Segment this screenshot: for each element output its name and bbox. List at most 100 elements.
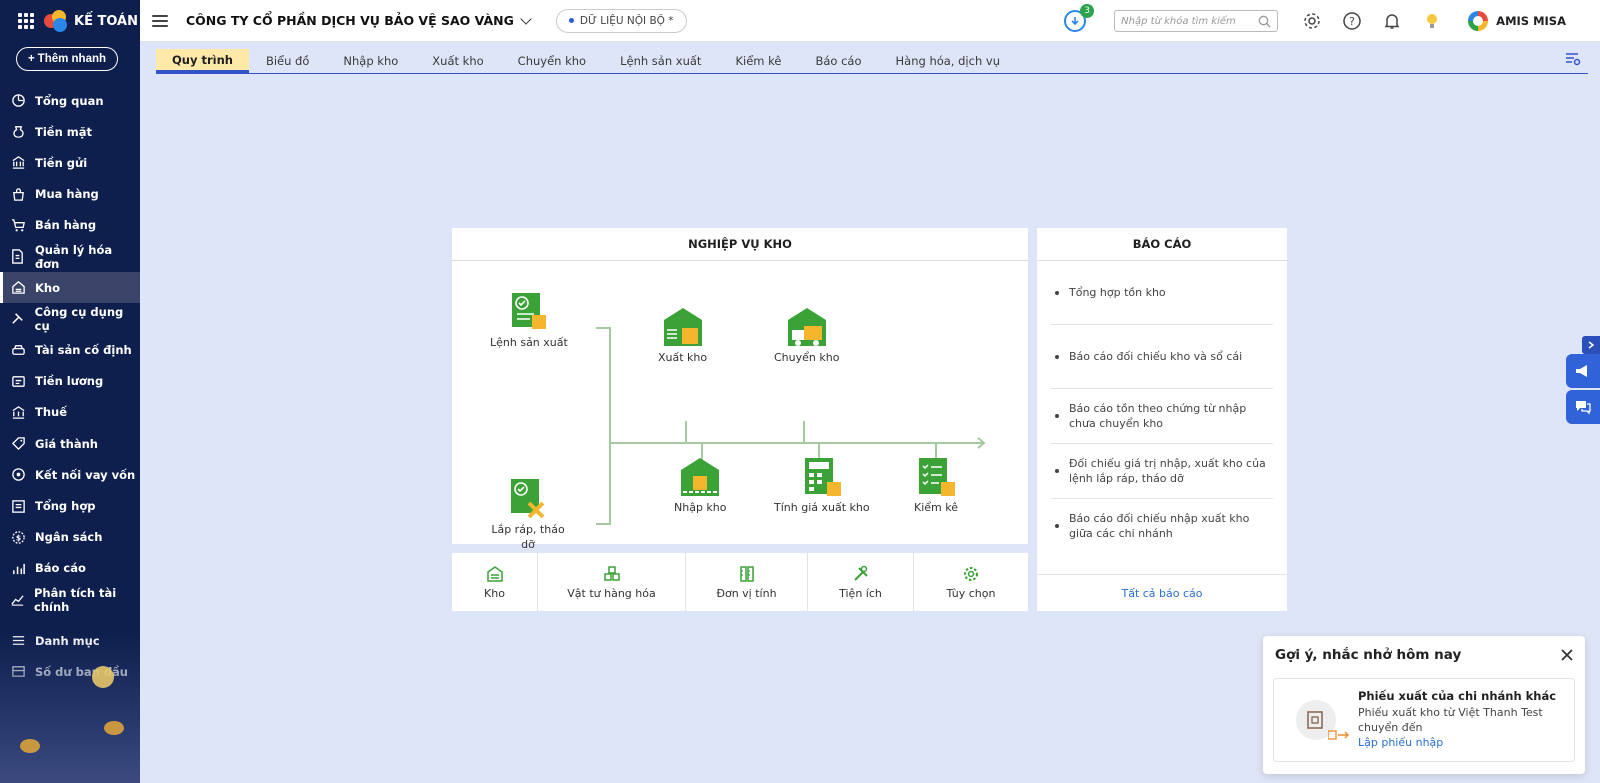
- node-production-order-label: Lệnh sản xuất: [490, 336, 568, 349]
- company-selector[interactable]: CÔNG TY CỔ PHẦN DỊCH VỤ BẢO VỆ SAO VÀNG: [186, 12, 532, 28]
- sidebar-decoration: [0, 633, 140, 783]
- dashboard-icon: [10, 93, 26, 109]
- settings-gear-icon[interactable]: [1300, 9, 1324, 33]
- report-item[interactable]: Tổng hợp tồn kho: [1051, 261, 1273, 325]
- analysis-icon: [10, 592, 25, 608]
- node-inventory-check[interactable]: Kiểm kê: [906, 456, 966, 514]
- tab-7[interactable]: Báo cáo: [798, 49, 878, 73]
- plus-icon: +: [27, 53, 35, 65]
- export-slip-icon: [1296, 700, 1349, 740]
- assembly-icon: [511, 479, 545, 519]
- search-input[interactable]: Nhập từ khóa tìm kiếm: [1114, 10, 1279, 32]
- cart-icon: [10, 217, 26, 233]
- tab-3[interactable]: Xuất kho: [415, 49, 500, 73]
- quick-link-materials[interactable]: Vật tư hàng hóa: [538, 553, 686, 611]
- quick-link-label: Tùy chọn: [946, 586, 996, 600]
- sidebar-item-shopping-bag[interactable]: Mua hàng: [0, 179, 140, 210]
- bank-icon: [10, 155, 26, 171]
- reminder-popup: Gợi ý, nhắc nhở hôm nay Phiếu xuất của c…: [1263, 636, 1585, 774]
- report-item[interactable]: Báo cáo đối chiếu nhập xuất kho giữa các…: [1051, 499, 1273, 553]
- quick-link-warehouse[interactable]: Kho: [452, 553, 538, 611]
- misa-logo-icon: [44, 10, 70, 32]
- create-receipt-link[interactable]: Lập phiếu nhập: [1358, 735, 1556, 751]
- reports-list: Tổng hợp tồn kho Báo cáo đối chiếu kho v…: [1037, 261, 1287, 553]
- sidebar-item-warehouse[interactable]: Kho: [0, 272, 140, 304]
- node-import[interactable]: Nhập kho: [674, 456, 727, 514]
- sidebar-item-money-bag[interactable]: Tiền mặt: [0, 116, 140, 147]
- node-inventory-check-label: Kiểm kê: [914, 501, 958, 514]
- sidebar-item-label: Quản lý hóa đơn: [34, 242, 113, 271]
- bullet-icon: [1055, 524, 1059, 528]
- tools-icon: [10, 311, 26, 327]
- close-icon[interactable]: [1561, 649, 1573, 661]
- sidebar: KẾ TOÁN + Thêm nhanh Tổng quan Tiền mặt Ti…: [0, 0, 140, 783]
- loan-icon: [10, 467, 26, 483]
- node-assembly[interactable]: Lắp ráp, tháo dỡ: [490, 477, 566, 552]
- quick-link-utilities[interactable]: Tiện ích: [808, 553, 914, 611]
- tab-0[interactable]: Quy trình: [156, 49, 249, 73]
- notification-bell-icon[interactable]: [1380, 9, 1404, 33]
- tab-settings-icon[interactable]: [1564, 50, 1582, 68]
- download-button[interactable]: 3: [1064, 4, 1095, 32]
- report-item[interactable]: Báo cáo tồn theo chứng từ nhập chưa chuy…: [1051, 389, 1273, 444]
- report-item[interactable]: Đối chiếu giá trị nhập, xuất kho của lện…: [1051, 444, 1273, 499]
- side-panel-toggle-icon[interactable]: [1582, 336, 1600, 354]
- warehouse-import-icon: [681, 458, 720, 496]
- sidebar-item-salary[interactable]: Tiền lương: [0, 366, 140, 397]
- sidebar-item-label: Tiền gửi: [35, 155, 88, 170]
- tab-1[interactable]: Biểu đồ: [249, 49, 326, 73]
- sidebar-item-car[interactable]: Tài sản cố định: [0, 335, 140, 366]
- node-transfer[interactable]: Chuyển kho: [774, 306, 839, 364]
- bullet-icon: [1055, 469, 1059, 473]
- announcement-icon[interactable]: [1566, 354, 1600, 388]
- bullet-icon: [1055, 414, 1059, 418]
- help-icon[interactable]: ?: [1340, 9, 1364, 33]
- sidebar-item-label: Tổng hợp: [35, 499, 96, 514]
- reminder-card[interactable]: Phiếu xuất của chi nhánh khác Phiếu xuất…: [1273, 678, 1575, 762]
- report-item-label: Đối chiếu giá trị nhập, xuất kho của lện…: [1069, 457, 1266, 485]
- quick-add-button[interactable]: + Thêm nhanh: [16, 47, 118, 71]
- sidebar-item-report-chart[interactable]: Báo cáo: [0, 553, 140, 584]
- sidebar-item-analysis[interactable]: Phân tích tài chính: [0, 584, 140, 615]
- user-menu[interactable]: AMIS MISA: [1468, 11, 1566, 31]
- node-production-order[interactable]: Lệnh sản xuất: [490, 291, 568, 349]
- sidebar-item-label: Kho: [35, 280, 60, 295]
- sidebar-item-invoice[interactable]: Quản lý hóa đơn: [0, 241, 140, 272]
- sidebar-item-budget[interactable]: $ Ngân sách: [0, 522, 140, 553]
- quick-link-label: Đơn vị tính: [716, 586, 777, 600]
- app-logo[interactable]: KẾ TOÁN: [44, 10, 138, 32]
- node-export[interactable]: Xuất kho: [658, 306, 707, 364]
- chat-icon[interactable]: [1566, 390, 1600, 424]
- sidebar-item-tools[interactable]: Công cụ dụng cụ: [0, 303, 140, 334]
- quick-link-label: Tiện ích: [839, 586, 882, 600]
- tab-8[interactable]: Hàng hóa, dịch vụ: [879, 49, 1017, 73]
- hamburger-menu-icon[interactable]: [152, 14, 168, 27]
- salary-icon: [10, 373, 26, 389]
- sidebar-item-tax[interactable]: Thuế: [0, 397, 140, 428]
- quick-link-options[interactable]: Tùy chọn: [914, 553, 1028, 611]
- calculator-icon: [804, 458, 841, 496]
- tab-2[interactable]: Nhập kho: [326, 49, 415, 73]
- sidebar-item-dashboard[interactable]: Tổng quan: [0, 85, 140, 116]
- sidebar-item-summary[interactable]: Tổng hợp: [0, 490, 140, 521]
- sidebar-item-label: Tài sản cố định: [35, 343, 132, 358]
- node-export-price[interactable]: Tính giá xuất kho: [774, 456, 870, 514]
- data-scope-selector[interactable]: DỮ LIỆU NỘI BỘ *: [555, 8, 687, 33]
- tab-4[interactable]: Chuyển kho: [501, 49, 603, 73]
- sidebar-item-cart[interactable]: Bán hàng: [0, 210, 140, 241]
- tab-5[interactable]: Lệnh sản xuất: [603, 49, 718, 73]
- lantern-decoration: [20, 739, 40, 753]
- tab-6[interactable]: Kiểm kê: [718, 49, 798, 73]
- app-grid-icon[interactable]: [18, 13, 34, 29]
- production-order-icon: [511, 293, 546, 329]
- lightbulb-icon[interactable]: [1420, 9, 1444, 33]
- report-item[interactable]: Báo cáo đối chiếu kho và sổ cái: [1051, 325, 1273, 389]
- sidebar-item-price-tag[interactable]: Giá thành: [0, 428, 140, 459]
- reminder-card-title: Phiếu xuất của chi nhánh khác: [1358, 689, 1557, 703]
- all-reports-link[interactable]: Tất cả báo cáo: [1037, 574, 1287, 611]
- checklist-icon: [919, 458, 955, 496]
- quick-link-units[interactable]: Đơn vị tính: [686, 553, 808, 611]
- sidebar-item-bank[interactable]: Tiền gửi: [0, 147, 140, 178]
- module-tabs: Quy trình Biểu đồ Nhập kho Xuất kho Chuyển k…: [156, 48, 1588, 74]
- sidebar-item-loan[interactable]: Kết nối vay vốn: [0, 459, 140, 490]
